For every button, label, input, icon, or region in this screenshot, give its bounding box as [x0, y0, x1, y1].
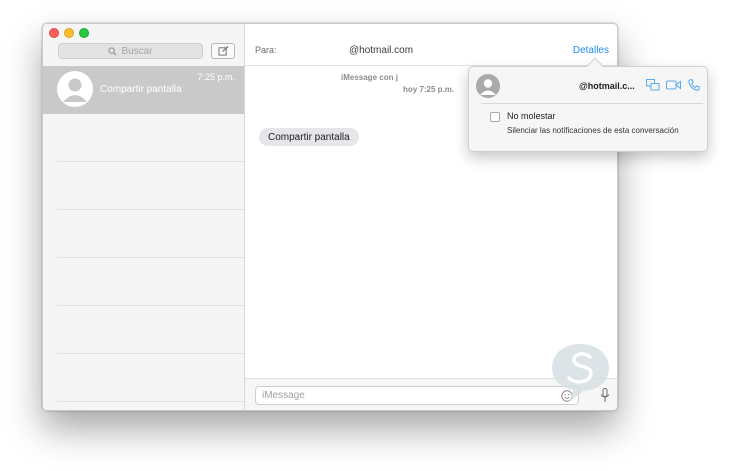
thread-info: iMessage con j hoy 7:25 p.m. — [341, 72, 454, 96]
to-recipient[interactable]: @hotmail.com — [349, 45, 413, 56]
do-not-disturb-label: No molestar — [507, 111, 556, 121]
do-not-disturb-description: Silenciar las notificaciones de esta con… — [507, 126, 679, 135]
list-divider — [57, 257, 244, 258]
avatar — [57, 71, 93, 107]
popover-divider — [481, 103, 703, 104]
search-icon — [108, 46, 117, 56]
compose-button[interactable] — [211, 43, 235, 59]
list-divider — [57, 401, 244, 402]
search-input[interactable]: Buscar — [58, 43, 203, 59]
contact-avatar — [476, 74, 500, 98]
list-divider — [57, 161, 244, 162]
thread-service: iMessage con j — [341, 73, 398, 82]
video-call-icon[interactable] — [666, 79, 681, 91]
list-divider — [57, 353, 244, 354]
contact-email: @hotmail.c... — [579, 81, 635, 91]
screen-share-icon[interactable] — [646, 79, 660, 91]
do-not-disturb-checkbox[interactable] — [490, 112, 500, 122]
close-window-button[interactable] — [49, 28, 59, 38]
list-divider — [57, 209, 244, 210]
conversation-name: Compartir pantalla — [100, 84, 182, 95]
details-popover: @hotmail.c... No molestar Silenciar las … — [468, 57, 708, 152]
details-button[interactable]: Detalles — [573, 45, 609, 56]
zoom-window-button[interactable] — [79, 28, 89, 38]
compose-icon — [217, 46, 228, 56]
to-label: Para: — [255, 45, 277, 55]
conversation-item[interactable]: Compartir pantalla 7:25 p.m. — [43, 66, 244, 114]
minimize-window-button[interactable] — [64, 28, 74, 38]
message-input[interactable]: iMessage — [255, 386, 579, 405]
search-placeholder: Buscar — [121, 45, 153, 57]
phone-icon[interactable] — [688, 79, 700, 91]
speech-bubble-logo — [552, 344, 609, 402]
conversation-header: Para: @hotmail.com Detalles — [245, 24, 617, 66]
conversation-time: 7:25 p.m. — [197, 72, 235, 82]
message-bubble[interactable]: Compartir pantalla — [259, 128, 359, 146]
list-divider — [57, 305, 244, 306]
sidebar: Buscar Compartir pantalla 7:25 p.m. — [43, 24, 245, 410]
thread-date: hoy 7:25 p.m. — [403, 85, 455, 94]
